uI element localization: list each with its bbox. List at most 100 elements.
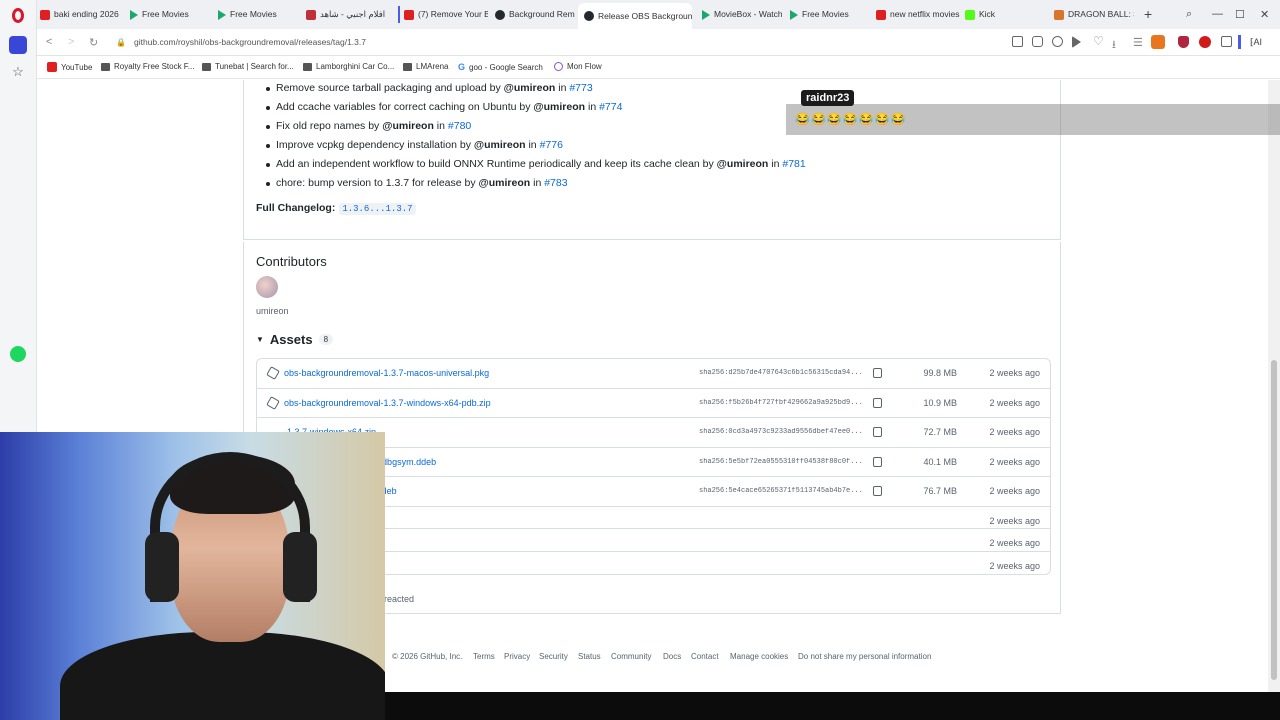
copy-icon[interactable] xyxy=(873,427,882,437)
bookmark-monflow[interactable]: Mon Flow xyxy=(554,62,602,71)
pr-link[interactable]: #780 xyxy=(448,120,471,132)
bookmark-tunebat[interactable]: Tunebat | Search for... xyxy=(202,62,294,71)
asset-date: 2 weeks ago xyxy=(989,456,1040,467)
tab-5[interactable]: Background Remo xyxy=(495,6,575,23)
download-icon[interactable]: ⭳ xyxy=(1112,36,1116,55)
person-body xyxy=(60,632,385,720)
changelog-compare-link[interactable]: 1.3.6...1.3.7 xyxy=(339,203,416,215)
user-mention[interactable]: @umireon xyxy=(504,82,556,94)
pr-link[interactable]: #781 xyxy=(782,158,805,170)
youtube-icon xyxy=(40,9,50,20)
tab-1[interactable]: Free Movies xyxy=(130,6,210,23)
tab-6-active[interactable]: Release OBS Background xyxy=(578,3,692,29)
tab-2[interactable]: Free Movies xyxy=(218,6,298,23)
tab-9[interactable]: new netflix movies xyxy=(876,6,960,23)
ublock-icon[interactable] xyxy=(1178,36,1189,48)
change-item: Fix old repo names by @umireon in #780 xyxy=(265,120,472,132)
copy-icon[interactable] xyxy=(873,486,882,496)
folder-icon xyxy=(403,62,412,71)
ai-icon[interactable]: ⁅AI xyxy=(1250,37,1262,48)
assets-heading: Assets xyxy=(269,332,313,347)
tab-10[interactable]: Kick xyxy=(965,6,1025,23)
github-icon xyxy=(495,9,505,20)
asset-date: 2 weeks ago xyxy=(989,368,1040,378)
pr-link[interactable]: #783 xyxy=(544,177,567,189)
assets-toggle[interactable]: ▼ Assets 8 xyxy=(256,332,334,347)
bookmark-lamborghini[interactable]: Lamborghini Car Co... xyxy=(303,62,394,71)
play-icon[interactable] xyxy=(1072,36,1081,48)
bookmark-lmarena[interactable]: LMArena xyxy=(403,62,448,71)
bookmark-youtube[interactable]: YouTube xyxy=(47,62,92,72)
edit-icon[interactable] xyxy=(1012,36,1023,47)
footer-link-do-not-share[interactable]: Do not share my personal information xyxy=(798,652,931,661)
opera-logo-icon[interactable] xyxy=(12,8,24,23)
maximize-button[interactable]: ☐ xyxy=(1235,8,1245,21)
minimize-button[interactable]: — xyxy=(1212,8,1223,20)
tab-4[interactable]: (7) Remove Your B xyxy=(398,6,488,23)
bookmark-google[interactable]: Ggoo - Google Search xyxy=(458,62,543,72)
asset-sha: sha256:5e5bf72ea0555310ff04538f80c0f... xyxy=(699,457,863,466)
bottom-black-bar xyxy=(385,692,1280,720)
back-button[interactable]: < xyxy=(46,36,52,48)
shield-icon[interactable] xyxy=(1052,36,1063,47)
pr-link[interactable]: #773 xyxy=(569,82,592,94)
copy-icon[interactable] xyxy=(873,456,882,467)
user-mention[interactable]: @umireon xyxy=(479,177,531,189)
camera-icon[interactable] xyxy=(1032,36,1043,47)
tab-8[interactable]: Free Movies xyxy=(790,6,870,23)
pr-link[interactable]: #776 xyxy=(540,139,563,151)
asset-link[interactable]: obs-backgroundremoval-1.3.7-windows-x64-… xyxy=(284,398,491,408)
youtube-icon xyxy=(47,62,57,72)
opera-icon[interactable] xyxy=(1199,36,1211,48)
contributor-name[interactable]: umireon xyxy=(256,306,289,316)
tab-0[interactable]: baki ending 2026 xyxy=(40,6,122,23)
home-icon[interactable] xyxy=(9,36,27,54)
asset-size: 76.7 MB xyxy=(923,486,957,496)
star-icon[interactable]: ☆ xyxy=(9,63,27,81)
copy-icon[interactable] xyxy=(873,368,882,378)
footer-link-terms[interactable]: Terms xyxy=(473,652,495,661)
avatar[interactable] xyxy=(256,276,278,298)
extensions-icon[interactable] xyxy=(1221,36,1232,47)
headphones-left-cup xyxy=(145,532,179,602)
bookmark-royalty[interactable]: Royalty Free Stock F... xyxy=(101,62,194,71)
package-icon xyxy=(266,395,280,410)
user-mention[interactable]: @umireon xyxy=(382,120,434,132)
scrollbar-thumb[interactable] xyxy=(1271,360,1277,680)
spotify-icon[interactable] xyxy=(10,346,26,362)
pr-link[interactable]: #774 xyxy=(599,101,622,113)
tab-7[interactable]: MovieBox - Watch xyxy=(702,6,782,23)
tab-3[interactable]: افلام اجنبي - شاهد xyxy=(306,6,392,23)
asset-row: obs-backgroundremoval-1.3.7-macos-univer… xyxy=(257,359,1050,389)
footer-link-community[interactable]: Community xyxy=(611,652,651,661)
heart-icon[interactable]: ♡ xyxy=(1093,34,1104,48)
chat-message: 😂😂😂😂😂😂😂 xyxy=(795,112,907,126)
footer-link-docs[interactable]: Docs xyxy=(663,652,681,661)
new-tab-button[interactable]: + xyxy=(1144,6,1152,22)
extension-h-icon[interactable] xyxy=(1151,35,1165,49)
user-mention[interactable]: @umireon xyxy=(474,139,526,151)
copy-icon[interactable] xyxy=(873,397,882,408)
search-tabs-icon[interactable]: ⌕ xyxy=(1186,8,1192,21)
user-mention[interactable]: @umireon xyxy=(533,101,585,113)
footer-link-cookies[interactable]: Manage cookies xyxy=(730,652,788,661)
page-scrollbar[interactable] xyxy=(1268,80,1280,692)
asset-row: obs-backgroundremoval-1.3.7-windows-x64-… xyxy=(257,389,1050,418)
forward-button[interactable]: > xyxy=(68,36,74,48)
user-mention[interactable]: @umireon xyxy=(717,158,769,170)
asset-link[interactable]: obs-backgroundremoval-1.3.7-macos-univer… xyxy=(284,368,489,378)
folder-icon xyxy=(202,62,211,71)
url-field[interactable]: github.com/royshil/obs-backgroundremoval… xyxy=(134,37,366,47)
site-icon xyxy=(1054,9,1064,20)
tab-11[interactable]: DRAGON BALL: Sp xyxy=(1054,6,1134,23)
reload-button[interactable]: ↻ xyxy=(89,36,98,49)
footer-link-security[interactable]: Security xyxy=(539,652,568,661)
menu-icon[interactable]: ☰ xyxy=(1133,36,1143,49)
chat-username: raidnr23 xyxy=(801,90,855,106)
footer-link-contact[interactable]: Contact xyxy=(691,652,719,661)
footer-link-status[interactable]: Status xyxy=(578,652,601,661)
divider xyxy=(1238,35,1241,49)
package-icon xyxy=(266,366,280,380)
close-window-button[interactable]: ✕ xyxy=(1260,8,1269,21)
footer-link-privacy[interactable]: Privacy xyxy=(504,652,530,661)
